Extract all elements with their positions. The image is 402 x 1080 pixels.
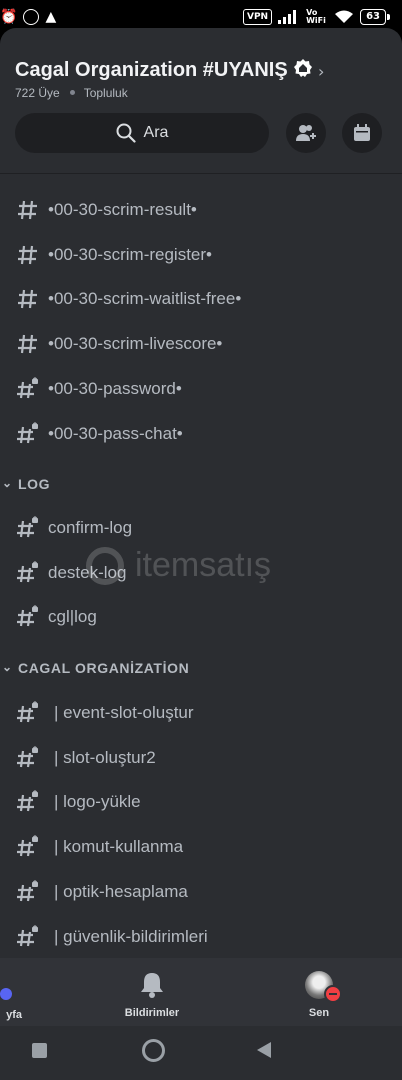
invite-members-button[interactable] xyxy=(286,113,326,153)
channel-item[interactable]: | event-slot-oluştur xyxy=(0,693,402,733)
locked-channel-icon xyxy=(17,746,38,768)
channel-item[interactable]: •00-30-password• xyxy=(0,369,402,409)
channel-name: •00-30-password• xyxy=(48,379,182,398)
channel-name: | event-slot-oluştur xyxy=(54,703,194,722)
server-name: Cagal Organization #UYANIŞ xyxy=(15,59,288,81)
alarm-icon: ⏰ xyxy=(0,9,18,25)
signal-icon xyxy=(278,10,297,24)
community-badge-icon xyxy=(293,59,312,77)
channel-item[interactable]: •00-30-scrim-result• xyxy=(0,190,402,230)
warning-icon: ▲ xyxy=(45,9,57,25)
search-icon xyxy=(116,123,136,143)
wifi-icon xyxy=(335,10,354,23)
search-label: Ara xyxy=(143,124,169,141)
avatar xyxy=(305,971,342,1003)
locked-channel-icon xyxy=(17,701,38,723)
search-button[interactable]: Ara xyxy=(15,113,269,153)
chevron-right-icon[interactable]: › xyxy=(318,62,324,81)
dnd-status-icon xyxy=(324,985,342,1003)
channel-name: cgl|log xyxy=(48,607,97,626)
channel-item[interactable]: | güvenlik-bildirimleri xyxy=(0,917,402,957)
bottom-nav: yfa Bildirimler Sen xyxy=(0,958,402,1026)
channel-item[interactable]: | optik-hesaplama xyxy=(0,872,402,912)
add-user-icon xyxy=(296,125,316,141)
back-button[interactable] xyxy=(256,1041,272,1059)
locked-channel-icon xyxy=(17,422,38,444)
system-nav-bar xyxy=(0,1026,402,1080)
nav-notifications-label: Bildirimler xyxy=(124,1007,180,1019)
chevron-down-icon: ⌄ xyxy=(2,660,13,674)
watermark-logo-icon xyxy=(86,547,124,585)
nav-home-label: yfa xyxy=(6,1009,22,1021)
events-button[interactable] xyxy=(342,113,382,153)
server-type: Topluluk xyxy=(83,86,128,100)
status-icons-right: VPN Vo WiFi 63 xyxy=(242,8,390,25)
text-channel-icon xyxy=(18,334,37,354)
channel-name: | slot-oluştur2 xyxy=(54,748,156,767)
status-icons-left: ⏰ ▲ xyxy=(0,9,56,25)
channel-item[interactable]: | slot-oluştur2 xyxy=(0,738,402,778)
unread-dot-icon xyxy=(0,988,12,1000)
server-header[interactable]: Cagal Organization #UYANIŞ xyxy=(15,58,313,82)
watermark: itemsatış xyxy=(85,546,325,586)
text-channel-icon xyxy=(18,245,37,265)
vowifi-indicator: Vo WiFi xyxy=(306,8,326,25)
category-cagal-organization[interactable]: ⌄ CAGAL ORGANİZATİON xyxy=(0,654,402,684)
channel-name: •00-30-pass-chat• xyxy=(48,424,183,443)
channel-name: | optik-hesaplama xyxy=(54,882,188,901)
locked-channel-icon xyxy=(17,605,38,627)
channel-name: •00-30-scrim-result• xyxy=(48,200,197,219)
nav-profile-label: Sen xyxy=(308,1007,330,1019)
channel-item[interactable]: •00-30-scrim-livescore• xyxy=(0,324,402,364)
nav-notifications[interactable]: Bildirimler xyxy=(112,968,192,1019)
channel-name: •00-30-scrim-waitlist-free• xyxy=(48,289,242,308)
locked-channel-icon xyxy=(17,835,38,857)
channel-name: •00-30-scrim-register• xyxy=(48,245,212,264)
text-channel-icon xyxy=(18,289,37,309)
channel-item[interactable]: | logo-yükle xyxy=(0,782,402,822)
locked-channel-icon xyxy=(17,790,38,812)
channel-item[interactable]: •00-30-scrim-waitlist-free• xyxy=(0,279,402,319)
header-divider xyxy=(0,173,402,174)
app-notification-icon xyxy=(23,9,40,25)
bell-icon xyxy=(141,973,163,998)
channel-name: | komut-kullanma xyxy=(54,837,184,856)
server-meta: 722 Üye Topluluk xyxy=(15,86,128,100)
channel-name: | logo-yükle xyxy=(54,792,141,811)
text-channel-icon xyxy=(18,200,37,220)
watermark-text: itemsatış xyxy=(135,546,272,584)
home-button[interactable] xyxy=(142,1039,165,1062)
calendar-icon xyxy=(354,124,370,141)
channel-item[interactable]: •00-30-scrim-register• xyxy=(0,235,402,275)
locked-channel-icon xyxy=(17,925,38,947)
locked-channel-icon xyxy=(17,377,38,399)
nav-profile[interactable]: Sen xyxy=(288,968,350,1019)
channel-item[interactable]: •00-30-pass-chat• xyxy=(0,414,402,454)
channel-name: confirm-log xyxy=(48,518,133,537)
category-name: LOG xyxy=(18,476,51,492)
battery-indicator: 63 xyxy=(360,9,390,25)
category-name: CAGAL ORGANİZATİON xyxy=(18,660,190,676)
separator-dot xyxy=(69,90,75,96)
member-count: 722 Üye xyxy=(15,86,60,100)
category-log[interactable]: ⌄ LOG xyxy=(0,470,402,500)
channel-list-panel: Cagal Organization #UYANIŞ › 722 Üye Topl… xyxy=(0,28,402,958)
locked-channel-icon xyxy=(17,516,38,538)
channel-item[interactable]: | komut-kullanma xyxy=(0,827,402,867)
channel-item[interactable]: cgl|log xyxy=(0,597,402,637)
nav-home[interactable]: yfa xyxy=(0,968,22,1021)
locked-channel-icon xyxy=(17,880,38,902)
channel-name: •00-30-scrim-livescore• xyxy=(48,334,223,353)
locked-channel-icon xyxy=(17,561,38,583)
channel-item[interactable]: confirm-log xyxy=(0,508,402,548)
recents-button[interactable] xyxy=(32,1043,47,1058)
vpn-indicator: VPN xyxy=(242,9,273,25)
chevron-down-icon: ⌄ xyxy=(2,476,13,490)
channel-name: | güvenlik-bildirimleri xyxy=(54,927,208,946)
